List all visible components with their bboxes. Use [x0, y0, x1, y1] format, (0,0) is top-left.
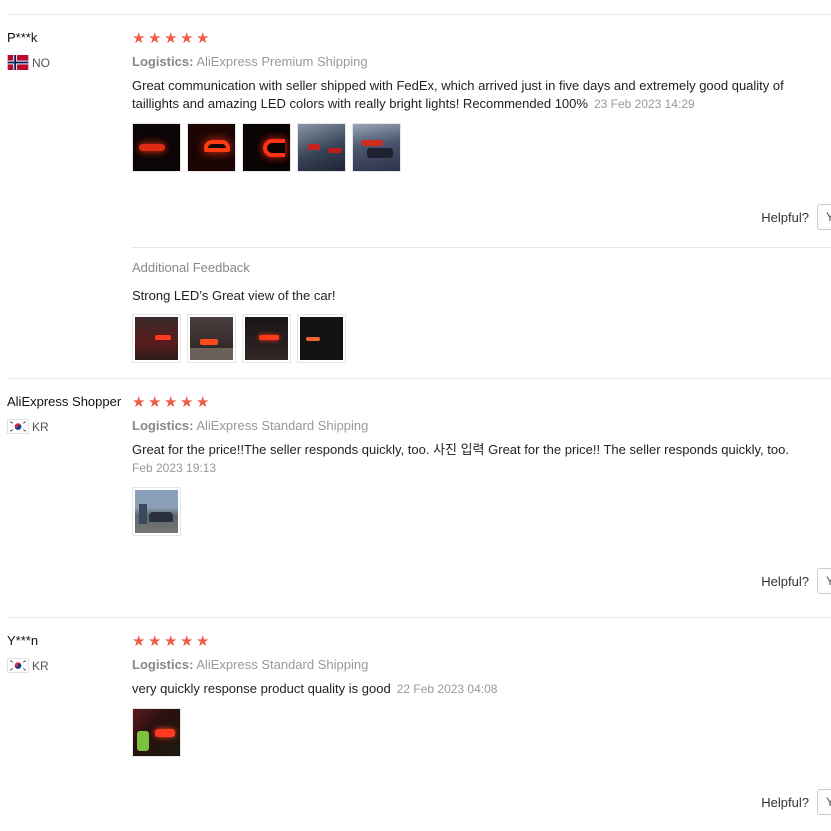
star-icon: ★	[132, 29, 146, 47]
star-icon: ★	[132, 632, 146, 650]
review-photo[interactable]	[187, 123, 236, 172]
logistics-method: AliExpress Premium Shipping	[196, 54, 368, 69]
star-icon: ★	[148, 29, 162, 47]
logistics-info: Logistics: AliExpress Standard Shipping	[132, 418, 368, 433]
star-icon: ★	[180, 632, 194, 650]
reviewer-country: NO	[7, 55, 50, 70]
star-icon: ★	[196, 632, 210, 650]
review-body: very quickly response product quality is…	[132, 681, 391, 696]
review-photo[interactable]	[297, 314, 346, 363]
south-korea-flag-icon	[7, 658, 29, 673]
star-icon: ★	[164, 29, 178, 47]
country-code: KR	[32, 419, 49, 434]
helpful-yes-button[interactable]: Y	[817, 789, 831, 815]
review-text: Great for the price!!The seller responds…	[132, 441, 827, 477]
country-code: NO	[32, 55, 50, 70]
logistics-label: Logistics:	[132, 657, 194, 672]
star-icon: ★	[164, 632, 178, 650]
star-rating: ★ ★ ★ ★ ★	[132, 632, 211, 650]
review-photo[interactable]	[242, 314, 291, 363]
additional-feedback-photos	[132, 314, 346, 363]
star-icon: ★	[148, 632, 162, 650]
helpful-section: Helpful? Y	[761, 789, 831, 815]
star-icon: ★	[196, 393, 210, 411]
helpful-label: Helpful?	[761, 209, 809, 225]
star-icon: ★	[132, 393, 146, 411]
review-text: Great communication with seller shipped …	[132, 77, 827, 113]
star-icon: ★	[148, 393, 162, 411]
reviewer-name: AliExpress Shopper	[7, 394, 122, 409]
review-date: 23 Feb 2023 14:29	[593, 97, 695, 111]
helpful-yes-button[interactable]: Y	[817, 204, 831, 230]
review-divider	[7, 378, 831, 379]
review-photos	[132, 708, 181, 757]
helpful-section: Helpful? Y	[761, 204, 831, 230]
top-divider	[7, 14, 831, 15]
logistics-method: AliExpress Standard Shipping	[196, 657, 369, 672]
logistics-info: Logistics: AliExpress Premium Shipping	[132, 54, 368, 69]
review-body: Great for the price!!The seller responds…	[132, 442, 789, 457]
review-divider	[7, 617, 831, 618]
review-date: Feb 2023 19:13	[132, 461, 217, 475]
review-photo[interactable]	[297, 123, 346, 172]
review-photos	[132, 487, 181, 536]
review-photo[interactable]	[132, 487, 181, 536]
star-icon: ★	[180, 29, 194, 47]
additional-feedback-divider	[132, 247, 831, 248]
logistics-label: Logistics:	[132, 54, 194, 69]
review-photo[interactable]	[132, 708, 181, 757]
review-text: very quickly response product quality is…	[132, 680, 827, 698]
logistics-info: Logistics: AliExpress Standard Shipping	[132, 657, 368, 672]
additional-feedback-text: Strong LED’s Great view of the car!	[132, 288, 336, 303]
helpful-yes-button[interactable]: Y	[817, 568, 831, 594]
review-date: 22 Feb 2023 04:08	[396, 682, 498, 696]
reviewer-country: KR	[7, 419, 49, 434]
reviewer-name: Y***n	[7, 633, 39, 648]
review-photo[interactable]	[187, 314, 236, 363]
review-photos	[132, 123, 401, 172]
reviewer-name: P***k	[7, 30, 38, 45]
review-photo[interactable]	[352, 123, 401, 172]
logistics-label: Logistics:	[132, 418, 194, 433]
helpful-label: Helpful?	[761, 573, 809, 589]
helpful-label: Helpful?	[761, 794, 809, 810]
review-photo[interactable]	[132, 314, 181, 363]
star-icon: ★	[196, 29, 210, 47]
country-code: KR	[32, 658, 49, 673]
south-korea-flag-icon	[7, 419, 29, 434]
star-rating: ★ ★ ★ ★ ★	[132, 393, 211, 411]
norway-flag-icon	[7, 55, 29, 70]
reviewer-country: KR	[7, 658, 49, 673]
helpful-section: Helpful? Y	[761, 568, 831, 594]
additional-feedback-title: Additional Feedback	[132, 260, 250, 275]
review-photo[interactable]	[132, 123, 181, 172]
review-photo[interactable]	[242, 123, 291, 172]
star-icon: ★	[180, 393, 194, 411]
star-rating: ★ ★ ★ ★ ★	[132, 29, 211, 47]
star-icon: ★	[164, 393, 178, 411]
logistics-method: AliExpress Standard Shipping	[196, 418, 369, 433]
